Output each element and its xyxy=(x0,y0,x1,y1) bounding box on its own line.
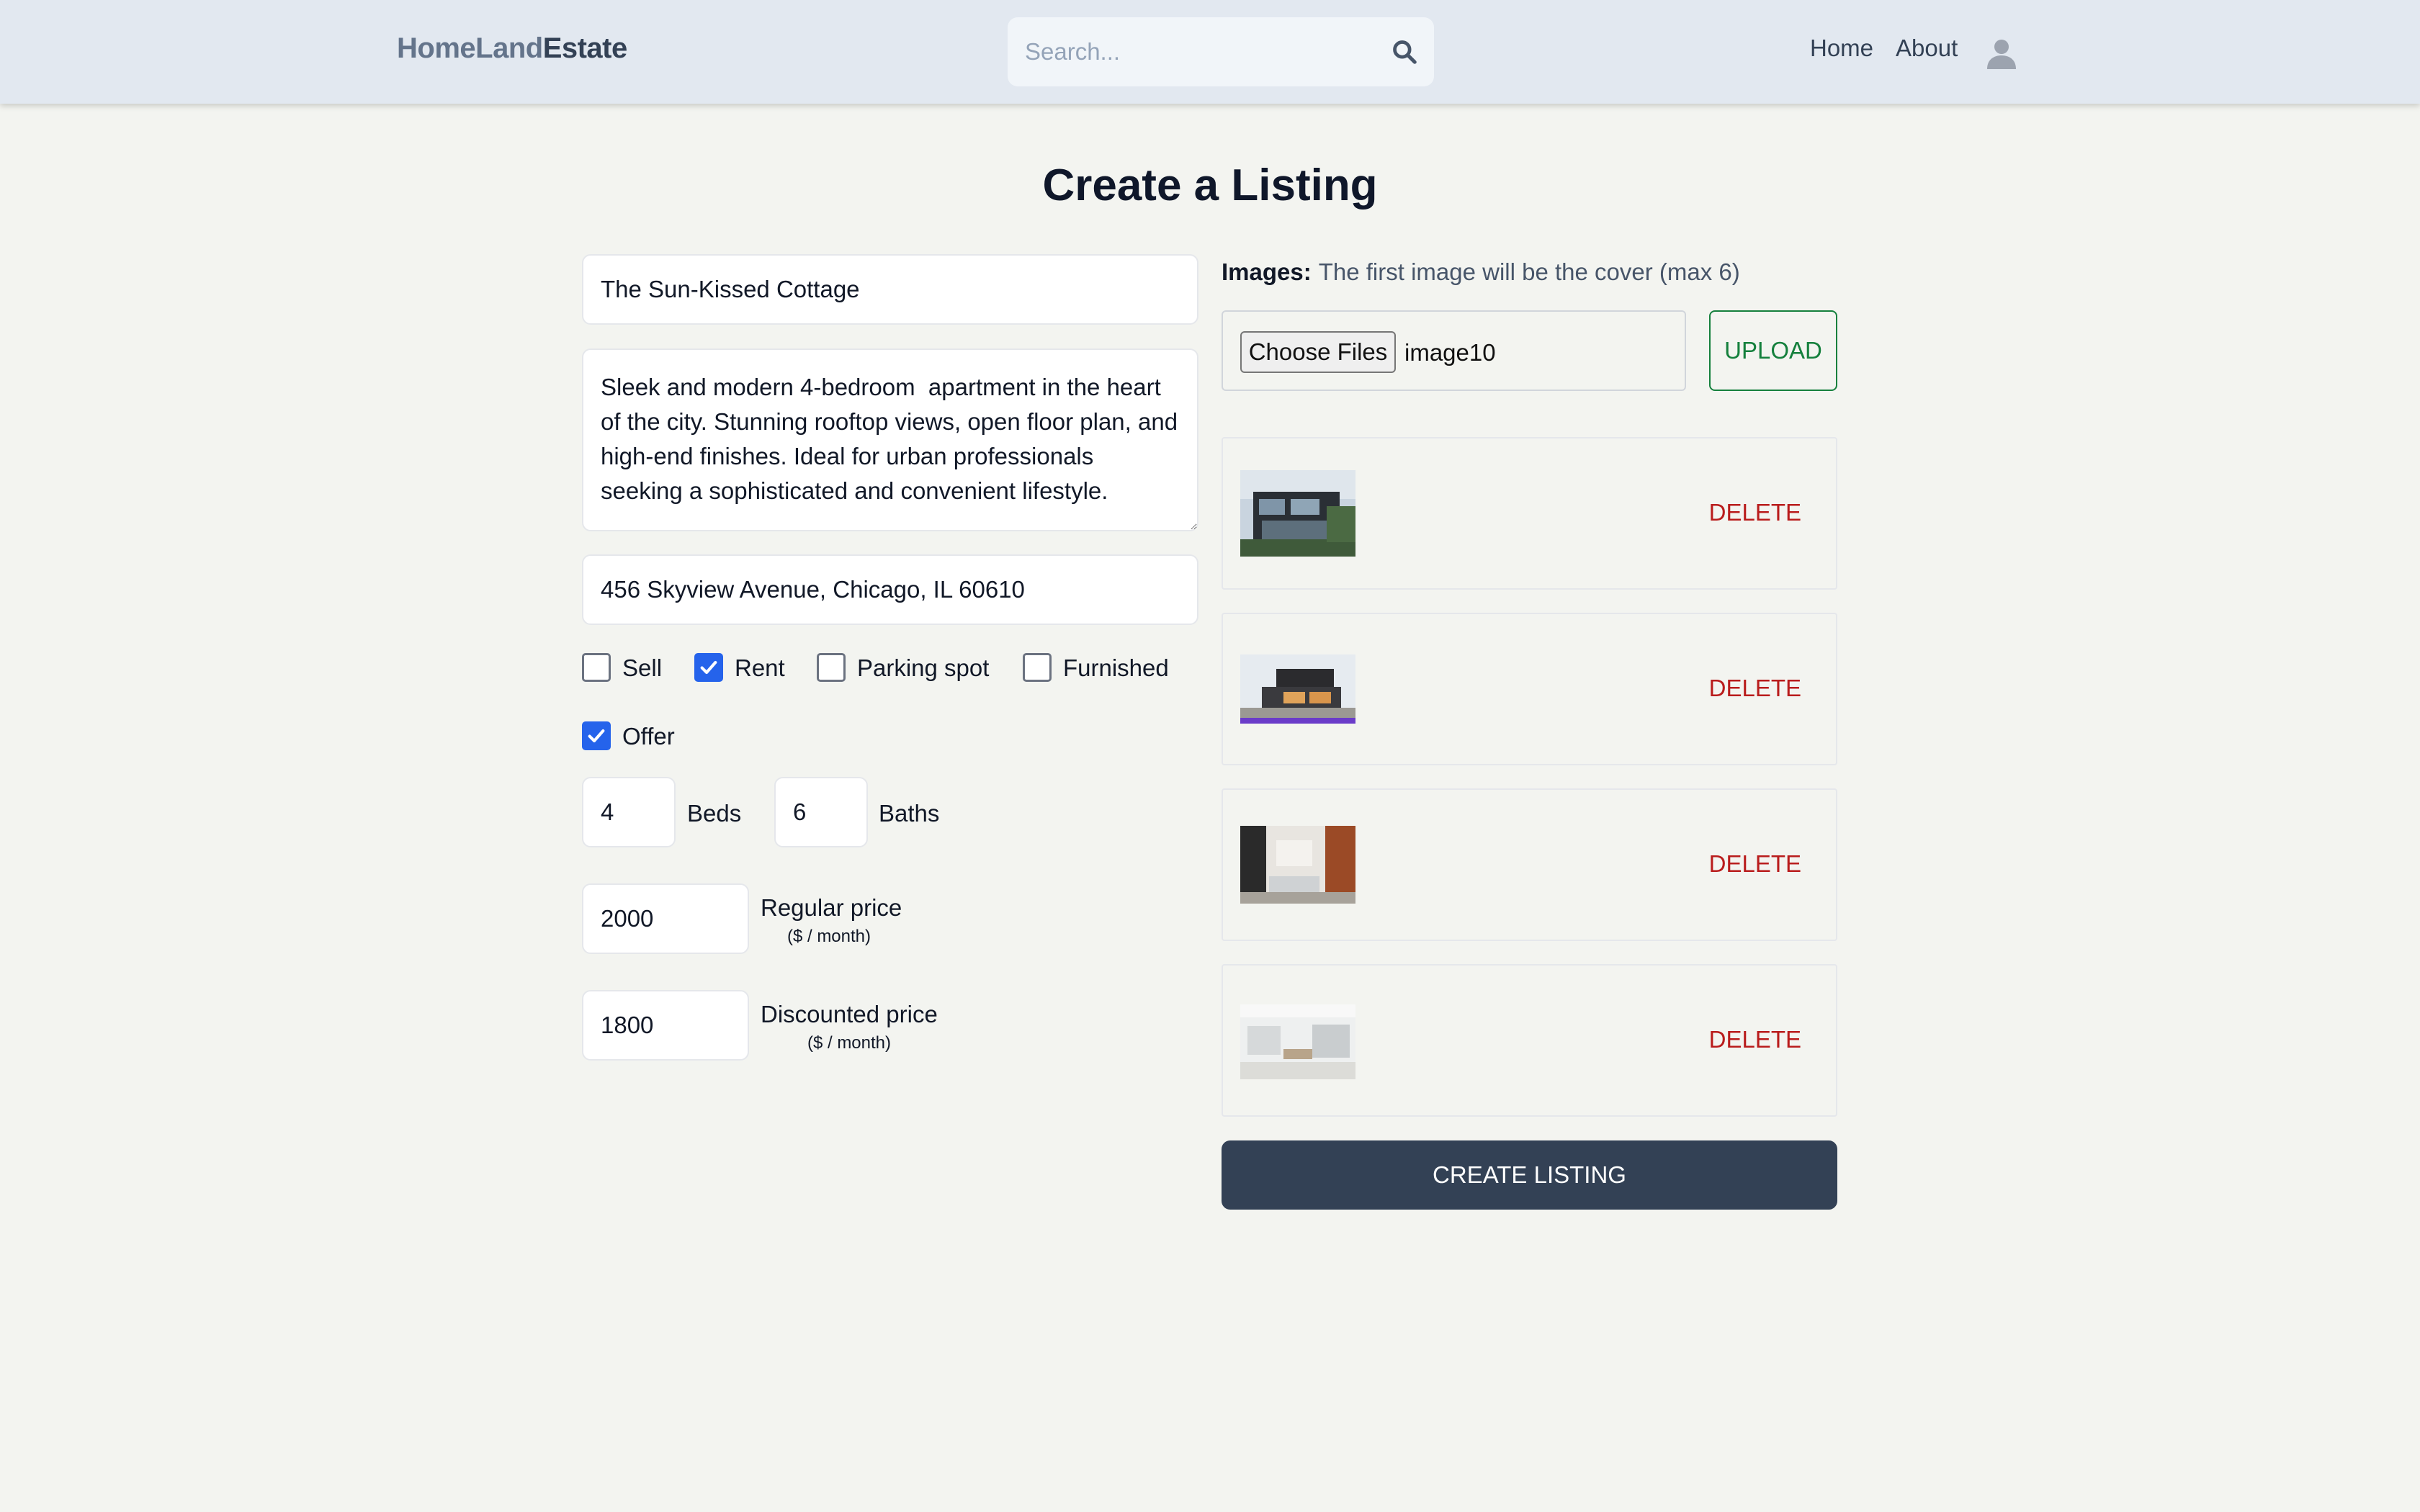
beds-input[interactable] xyxy=(582,777,676,847)
baths-label: Baths xyxy=(879,800,940,827)
selected-file-name: image10 xyxy=(1404,339,1496,366)
logo-part-estate: Estate xyxy=(542,32,628,64)
image-list-item: DELETE xyxy=(1222,613,1837,765)
rent-label: Rent xyxy=(735,654,785,681)
rent-checkbox[interactable] xyxy=(694,653,723,682)
search-bar xyxy=(1008,17,1434,86)
checkmark-icon xyxy=(700,660,717,675)
offer-checkbox[interactable] xyxy=(582,721,611,750)
interior-living-room-thumbnail xyxy=(1240,826,1355,904)
images-heading: Images: The first image will be the cover… xyxy=(1222,258,1740,286)
images-label: Images: xyxy=(1222,258,1312,285)
house-exterior-2-thumbnail xyxy=(1240,654,1355,724)
search-icon[interactable] xyxy=(1391,38,1418,66)
upload-button[interactable]: UPLOAD xyxy=(1709,310,1837,391)
delete-image-button[interactable]: DELETE xyxy=(1709,850,1801,878)
parking-spot-label: Parking spot xyxy=(857,654,990,681)
delete-image-button[interactable]: DELETE xyxy=(1709,675,1801,702)
top-header: HomeLandEstate Home About xyxy=(0,0,2420,104)
delete-image-button[interactable]: DELETE xyxy=(1709,499,1801,526)
user-avatar-icon[interactable] xyxy=(1984,36,2019,71)
image-list-item: DELETE xyxy=(1222,788,1837,941)
checkmark-icon xyxy=(588,729,605,743)
image-list-item: DELETE xyxy=(1222,437,1837,590)
regular-price-unit: ($ / month) xyxy=(786,927,871,946)
create-listing-button[interactable]: CREATE LISTING xyxy=(1222,1140,1837,1210)
discounted-price-input[interactable] xyxy=(582,990,749,1061)
house-exterior-1-thumbnail xyxy=(1240,470,1355,557)
listing-name-input[interactable] xyxy=(582,254,1198,325)
nav-about-link[interactable]: About xyxy=(1896,35,1958,62)
regular-price-input[interactable] xyxy=(582,883,749,954)
nav-home-link[interactable]: Home xyxy=(1810,35,1873,62)
site-logo[interactable]: HomeLandEstate xyxy=(397,32,627,65)
interior-white-kitchen-thumbnail xyxy=(1240,1004,1355,1079)
furnished-label: Furnished xyxy=(1063,654,1169,681)
baths-input[interactable] xyxy=(774,777,868,847)
regular-price-label: Regular price xyxy=(761,894,902,921)
listing-address-input[interactable] xyxy=(582,554,1198,625)
file-input: Choose Files image10 xyxy=(1222,310,1686,391)
listing-description-textarea[interactable]: Sleek and modern 4-bedroom apartment in … xyxy=(582,348,1198,531)
beds-label: Beds xyxy=(687,800,742,827)
furnished-checkbox[interactable] xyxy=(1023,653,1052,682)
discounted-price-label: Discounted price xyxy=(761,1001,938,1027)
sell-label: Sell xyxy=(622,654,663,681)
logo-part-homeland: HomeLand xyxy=(397,32,543,64)
delete-image-button[interactable]: DELETE xyxy=(1709,1026,1801,1053)
page-title: Create a Listing xyxy=(1042,161,1378,210)
images-note: The first image will be the cover (max 6… xyxy=(1318,258,1740,285)
offer-label: Offer xyxy=(622,723,675,750)
discounted-price-unit: ($ / month) xyxy=(807,1033,892,1053)
choose-files-button[interactable]: Choose Files xyxy=(1240,331,1396,373)
sell-checkbox[interactable] xyxy=(582,653,611,682)
search-input[interactable] xyxy=(1025,33,1363,71)
parking-spot-checkbox[interactable] xyxy=(817,653,846,682)
image-list-item: DELETE xyxy=(1222,964,1837,1117)
